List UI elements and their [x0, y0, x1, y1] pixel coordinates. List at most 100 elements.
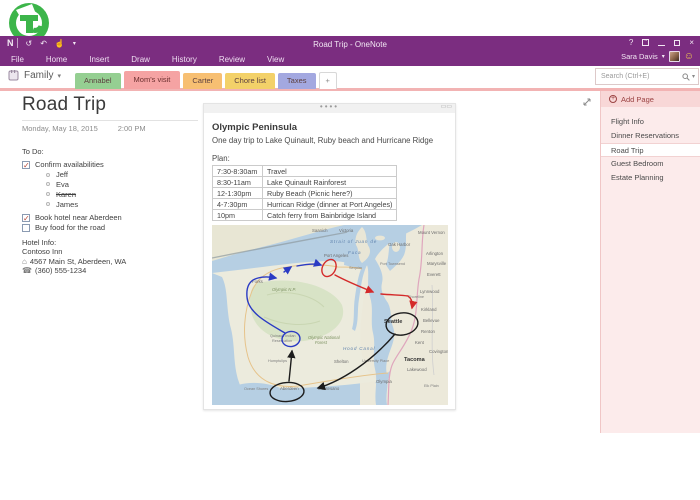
map-label: Aberdeen: [280, 386, 299, 391]
window-controls: ? ^ ×: [629, 38, 694, 47]
plan-time-cell[interactable]: 10pm: [213, 210, 263, 221]
page-item-dinner-reservations[interactable]: Dinner Reservations: [601, 129, 700, 143]
menu-review[interactable]: Review: [217, 54, 247, 65]
menu-draw[interactable]: Draw: [129, 54, 152, 65]
minimize-icon[interactable]: [658, 39, 665, 46]
section-tab-taxes[interactable]: Taxes: [278, 73, 316, 89]
ribbon-options-icon[interactable]: ^: [642, 39, 649, 46]
phone-icon: ☎: [22, 266, 32, 275]
date-text: Monday, May 18, 2015: [22, 124, 98, 133]
search-placeholder: Search (Ctrl+E): [601, 73, 682, 80]
screenshot-root: N ↺ ↶ ☝ ▾ Road Trip - OneNote ? ^ × Sara…: [0, 0, 700, 500]
add-page-button[interactable]: + Add Page: [601, 91, 700, 107]
add-section-tab[interactable]: +: [319, 72, 337, 89]
note-container[interactable]: ••••▭▭ Olympic Peninsula One day trip to…: [203, 103, 456, 410]
todo-item: James: [22, 199, 122, 209]
account-area: Sara Davis ▾ ☺: [621, 51, 694, 62]
menu-insert[interactable]: Insert: [87, 54, 111, 65]
plan-row: 4-7:30pmHurrican Ridge (dinner at Port A…: [213, 199, 397, 210]
map-label: Saanich: [312, 228, 328, 233]
todo-label: Confirm availabilities: [35, 160, 104, 169]
todo-block[interactable]: To Do: ✓Confirm availabilitiesJeffEvaKar…: [22, 147, 122, 233]
section-tab-annabel[interactable]: Annabel: [75, 73, 121, 89]
bullet-icon: [46, 182, 50, 186]
section-tab-chore-list[interactable]: Chore list: [225, 73, 275, 89]
search-input[interactable]: Search (Ctrl+E) ▾: [595, 68, 699, 85]
checkbox-unchecked[interactable]: [22, 224, 30, 232]
hotel-info-block[interactable]: Hotel Info: Contoso Inn ⌂4567 Main St, A…: [22, 238, 126, 276]
plan-time-cell[interactable]: 12-1:30pm: [213, 188, 263, 199]
map-label: Mount Vernon: [418, 230, 445, 235]
checkbox-checked[interactable]: ✓: [22, 161, 30, 169]
avatar[interactable]: [669, 51, 680, 62]
search-scope-caret-icon[interactable]: ▾: [692, 73, 695, 80]
map-label: Covington: [429, 349, 448, 354]
notebook-name: Family: [24, 70, 53, 81]
title-bar: N ↺ ↶ ☝ ▾ Road Trip - OneNote ? ^ × Sara…: [0, 36, 700, 66]
map-label: Tacoma: [404, 357, 426, 363]
close-icon[interactable]: ×: [689, 38, 694, 47]
plan-activity-cell[interactable]: Hurrican Ridge (dinner at Port Angeles): [263, 199, 397, 210]
page-item-flight-info[interactable]: Flight Info: [601, 115, 700, 129]
page-item-estate-planning[interactable]: Estate Planning: [601, 171, 700, 185]
todo-item: Karen: [22, 189, 122, 199]
menu-view[interactable]: View: [265, 54, 286, 65]
map-label: Sequim: [349, 266, 362, 270]
home-icon: ⌂: [22, 257, 27, 266]
note-resize-icon[interactable]: ▭▭: [441, 105, 452, 110]
map-image[interactable]: SaanichVictoriaMount VernonStrait of Jua…: [212, 225, 447, 410]
restore-icon[interactable]: [674, 40, 680, 46]
plan-time-cell[interactable]: 8:30-11am: [213, 177, 263, 188]
plan-activity-cell[interactable]: Lake Quinault Rainforest: [263, 177, 397, 188]
plan-activity-cell[interactable]: Catch ferry from Bainbridge Island: [263, 210, 397, 221]
note-body: Olympic Peninsula One day trip to Lake Q…: [204, 113, 455, 410]
map-label: Elk Plain: [424, 384, 439, 388]
checkbox-checked[interactable]: ✓: [22, 214, 30, 222]
hotel-heading: Hotel Info:: [22, 238, 126, 247]
send-a-smile-icon[interactable]: ☺: [684, 51, 694, 62]
todo-item: ✓Book hotel near Aberdeen: [22, 213, 122, 223]
plan-activity-cell[interactable]: Ruby Beach (Picnic here?): [263, 188, 397, 199]
user-menu-caret[interactable]: ▾: [662, 53, 665, 60]
map-label: Victoria: [339, 228, 354, 233]
user-name[interactable]: Sara Davis: [621, 52, 658, 61]
map-label: Bellevue: [423, 318, 440, 323]
add-page-label: Add Page: [621, 95, 654, 104]
bullet-icon: [46, 173, 50, 177]
page-date: Monday, May 18, 20152:00 PM: [22, 124, 146, 133]
menu-history[interactable]: History: [170, 54, 199, 65]
page-item-guest-bedroom[interactable]: Guest Bedroom: [601, 157, 700, 171]
plan-label[interactable]: Plan:: [212, 154, 447, 163]
todo-item: Jeff: [22, 170, 122, 180]
plan-time-cell[interactable]: 7:30-8:30am: [213, 166, 263, 177]
map-label: Renton: [421, 329, 435, 334]
todo-item: Eva: [22, 180, 122, 190]
note-title[interactable]: Olympic Peninsula: [212, 122, 447, 133]
plan-table[interactable]: 7:30-8:30amTravel8:30-11amLake Quinault …: [212, 165, 397, 221]
map-label: Olympic N.P.: [272, 287, 296, 292]
section-tab-mom-s-visit[interactable]: Mom's visit: [124, 71, 181, 89]
notebook-switcher[interactable]: Family ▾: [8, 70, 61, 81]
plan-row: 7:30-8:30amTravel: [213, 166, 397, 177]
help-icon[interactable]: ?: [629, 38, 633, 47]
section-tab-carter[interactable]: Carter: [183, 73, 222, 89]
map-label: Ocean Shores: [244, 387, 268, 391]
ribbon-menu: File Home Insert Draw History Review View: [9, 54, 286, 65]
full-page-view-icon[interactable]: [582, 97, 592, 107]
menu-home[interactable]: Home: [44, 54, 69, 65]
map-label: Lynnwood: [420, 289, 440, 294]
add-page-plus-icon: +: [609, 95, 617, 103]
plan-row: 8:30-11amLake Quinault Rainforest: [213, 177, 397, 188]
menu-file[interactable]: File: [9, 54, 26, 65]
page-canvas: Road Trip Monday, May 18, 20152:00 PM To…: [0, 91, 600, 433]
note-subtitle[interactable]: One day trip to Lake Quinault, Ruby beac…: [212, 136, 447, 145]
plan-activity-cell[interactable]: Travel: [263, 166, 397, 177]
page-item-road-trip[interactable]: Road Trip: [601, 143, 700, 157]
page-title[interactable]: Road Trip: [22, 94, 106, 116]
note-container-grip[interactable]: ••••▭▭: [204, 104, 455, 113]
map-label: Kirkland: [421, 307, 437, 312]
plan-row: 10pmCatch ferry from Bainbridge Island: [213, 210, 397, 221]
window-title: Road Trip - OneNote: [0, 40, 700, 49]
plan-time-cell[interactable]: 4-7:30pm: [213, 199, 263, 210]
hotel-address: 4567 Main St, Aberdeen, WA: [30, 257, 126, 266]
